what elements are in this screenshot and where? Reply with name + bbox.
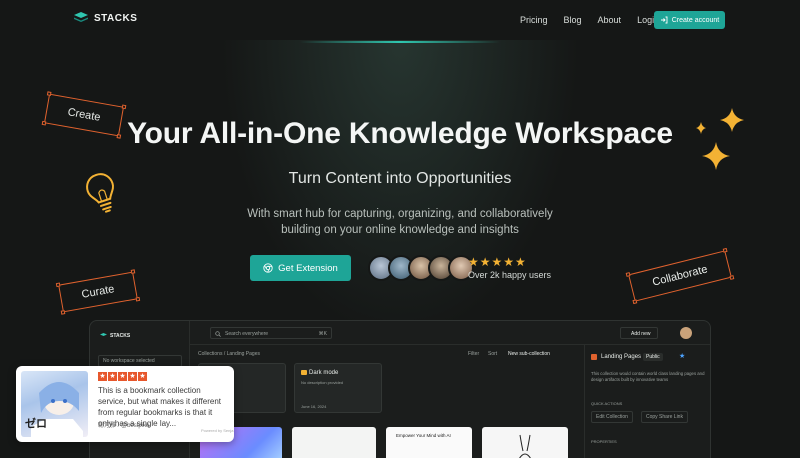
app-topbar: Search everywhere ⌘K Add new [190, 321, 710, 345]
panel-description: This collection would contain world clas… [591, 371, 705, 382]
nav-link-blog[interactable]: Blog [564, 15, 582, 25]
nav-link-about[interactable]: About [598, 15, 622, 25]
add-new-button[interactable]: Add new [620, 327, 658, 339]
workspace-label: No workspace selected [103, 358, 155, 364]
collection-details-panel: Landing Pages Public ★ This collection w… [584, 345, 710, 458]
star-icon: ★ [98, 372, 107, 381]
stacks-logo-icon [74, 12, 88, 22]
search-input[interactable]: Search everywhere ⌘K [210, 327, 332, 339]
review-stars: ★ ★ ★ ★ ★ [98, 372, 147, 381]
bookmark-thumbnail[interactable] [482, 427, 568, 458]
breadcrumb: Collections / Landing Pages [198, 351, 260, 357]
powered-by-label: Powered by Senja [201, 428, 234, 433]
nav-links: Pricing Blog About Login [520, 15, 659, 25]
star-icon: ★ [108, 372, 117, 381]
avatar[interactable] [680, 327, 692, 339]
collaborate-tag-label: Collaborate [651, 263, 709, 289]
bookmark-thumbnail[interactable] [292, 427, 376, 458]
hero-subtitle: Turn Content into Opportunities [288, 170, 512, 187]
happy-users-label: Over 2k happy users [468, 270, 552, 280]
properties-heading: PROPERTIES [591, 439, 617, 444]
nav-link-pricing[interactable]: Pricing [520, 15, 548, 25]
hero-description: With smart hub for capturing, organizing… [247, 208, 553, 236]
card-date: June 16, 2024 [301, 404, 327, 409]
hero-glow [220, 40, 580, 340]
search-shortcut: ⌘K [318, 331, 327, 337]
filter-button[interactable]: Filter [468, 351, 479, 357]
star-icon: ★ [118, 372, 127, 381]
brand-name: STACKS [94, 12, 138, 24]
quick-actions-heading: QUICK ACTIONS [591, 401, 623, 406]
search-placeholder: Search everywhere [225, 331, 269, 337]
card-title: Dark mode [309, 370, 339, 376]
review-popup[interactable]: ゼロ ★ ★ ★ ★ ★ This is a bookmark collecti… [16, 366, 234, 442]
chrome-icon [263, 263, 273, 273]
top-nav: STACKS Pricing Blog About Login Create a… [0, 0, 800, 42]
card-description: No description provided [301, 380, 344, 385]
stacks-logo-icon [100, 333, 107, 336]
public-badge: Public [643, 353, 663, 361]
panel-title: Landing Pages [601, 354, 642, 360]
add-new-label: Add new [631, 331, 651, 337]
thumbnail-caption: Empower Your Mind with AI [396, 433, 451, 438]
rating-stars: ★★★★★ [468, 255, 527, 269]
svg-text:ゼロ: ゼロ [25, 416, 47, 430]
copy-share-link-button[interactable]: Copy Share Link [641, 411, 688, 423]
sort-button[interactable]: Sort [488, 351, 497, 357]
create-account-label: Create account [671, 16, 720, 24]
curate-tag-label: Curate [80, 283, 116, 301]
anime-avatar-icon: ゼロ [25, 382, 83, 437]
app-brand: STACKS [110, 333, 131, 339]
search-icon [215, 331, 221, 337]
edit-collection-button[interactable]: Edit Collection [591, 411, 633, 423]
get-extension-button[interactable]: Get Extension [250, 255, 351, 281]
star-icon: ★ [138, 372, 147, 381]
create-account-button[interactable]: Create account [654, 11, 725, 29]
folder-icon [301, 370, 307, 375]
curate-tag: Curate [55, 269, 141, 315]
review-author: 聡汀雅 / @bestpika [98, 423, 150, 429]
reviewer-image: ゼロ [21, 371, 88, 437]
collaborate-tag: Collaborate [625, 247, 735, 305]
new-sub-collection-button[interactable]: New sub-collection [508, 351, 550, 357]
collection-icon [591, 354, 597, 360]
user-avatars [368, 255, 474, 281]
star-icon: ★ [128, 372, 137, 381]
get-extension-label: Get Extension [278, 262, 338, 274]
rabbit-illustration-icon [519, 434, 531, 458]
brand-logo[interactable]: STACKS [74, 12, 137, 24]
hero-title: Your All-in-One Knowledge Workspace [127, 117, 673, 150]
star-icon[interactable]: ★ [679, 352, 685, 360]
login-arrow-icon [660, 16, 668, 24]
collection-card[interactable]: Dark mode No description provided June 1… [294, 363, 382, 413]
bookmark-thumbnail[interactable]: Empower Your Mind with AI [386, 427, 472, 458]
